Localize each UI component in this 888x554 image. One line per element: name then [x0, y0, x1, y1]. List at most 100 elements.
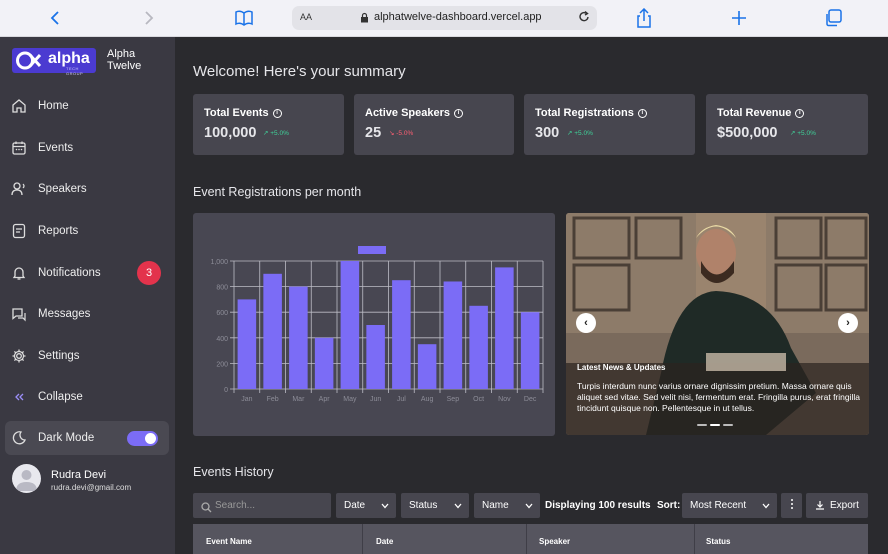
collapse-icon: [11, 389, 27, 405]
x-tick-label: Apr: [319, 396, 331, 403]
sidebar-item-events[interactable]: Events: [0, 128, 175, 168]
brand-logo[interactable]: alpha TECH GROUP: [12, 48, 96, 76]
carousel-prev-button[interactable]: ‹: [576, 313, 596, 333]
chevron-down-icon: [762, 501, 770, 512]
sort-label: Sort:: [657, 500, 681, 511]
stat-card-total-revenue[interactable]: Total Revenue i $500,000 ↗ +5.0%: [706, 94, 868, 155]
chart-bar: [392, 280, 411, 389]
sidebar-item-label: Notifications: [38, 267, 101, 279]
events-history-title: Events History: [193, 465, 274, 479]
search-field[interactable]: [193, 493, 331, 518]
chart-bar: [237, 299, 257, 389]
messages-icon: [11, 306, 27, 322]
stat-card-active-speakers[interactable]: Active Speakers i 25 ↘ -5.0%: [354, 94, 514, 155]
events-table-header: Event Name Date Speaker Status: [193, 524, 868, 554]
main-content: Welcome! Here's your summary Total Event…: [175, 37, 888, 554]
info-icon[interactable]: i: [272, 108, 282, 118]
chevron-down-icon: [381, 501, 389, 512]
chart-bar: [469, 305, 488, 389]
status-filter-dropdown[interactable]: Status: [401, 493, 469, 518]
url-text: alphatwelve-dashboard.vercel.app: [374, 11, 542, 23]
x-tick-label: Feb: [267, 396, 279, 403]
stat-value: $500,000: [717, 125, 778, 141]
stat-card-total-registrations[interactable]: Total Registrations i 300 ↗ +5.0%: [524, 94, 695, 155]
carousel-dot[interactable]: [710, 424, 720, 426]
dropdown-label: Date: [344, 500, 366, 511]
tabs-icon[interactable]: [823, 8, 843, 28]
reader-aa-button[interactable]: AA: [300, 12, 312, 22]
info-icon[interactable]: i: [795, 108, 805, 118]
column-divider: [526, 524, 527, 554]
column-header-date[interactable]: Date: [376, 537, 393, 546]
date-filter-dropdown[interactable]: Date: [336, 493, 396, 518]
column-header-speaker[interactable]: Speaker: [539, 537, 570, 546]
dark-mode-toggle[interactable]: [127, 431, 158, 446]
sidebar-item-notifications[interactable]: Notifications 3: [0, 253, 175, 293]
stat-change-text: +5.0%: [797, 130, 816, 137]
x-tick-label: Nov: [498, 396, 511, 403]
address-bar[interactable]: AA alphatwelve-dashboard.vercel.app: [292, 6, 597, 30]
carousel-indicators: [697, 424, 733, 426]
sidebar-item-label: Home: [38, 100, 69, 112]
brand-name: Alpha Twelve: [107, 48, 141, 72]
chart-bar: [263, 273, 282, 389]
carousel-dot[interactable]: [723, 424, 733, 426]
stat-card-total-events[interactable]: Total Events i 100,000 ↗ +5.0%: [193, 94, 344, 155]
chart-bar: [340, 261, 360, 389]
y-tick-label: 400: [216, 336, 228, 343]
search-input[interactable]: [215, 497, 325, 513]
search-icon: [201, 500, 212, 518]
x-tick-label: Jun: [370, 396, 381, 403]
sidebar-item-settings[interactable]: Settings: [0, 336, 175, 376]
sort-dropdown[interactable]: Most Recent: [682, 493, 777, 518]
forward-icon[interactable]: [139, 8, 159, 28]
x-tick-label: Jul: [397, 396, 406, 403]
column-divider: [362, 524, 363, 554]
sidebar-item-messages[interactable]: Messages: [0, 294, 175, 334]
info-icon[interactable]: i: [637, 108, 647, 118]
dropdown-label: Most Recent: [690, 500, 747, 511]
sidebar-item-home[interactable]: Home: [0, 86, 175, 126]
x-tick-label: May: [343, 396, 357, 403]
stat-change: ↗ +5.0%: [790, 130, 816, 137]
name-filter-dropdown[interactable]: Name: [474, 493, 540, 518]
info-icon[interactable]: i: [454, 108, 463, 118]
more-options-button[interactable]: [781, 493, 802, 518]
back-icon[interactable]: [45, 8, 65, 28]
stat-value: 100,000: [204, 125, 257, 141]
avatar[interactable]: [12, 464, 41, 493]
sidebar-item-label: Collapse: [38, 391, 83, 403]
share-icon[interactable]: [634, 8, 654, 28]
column-header-event-name[interactable]: Event Name: [206, 537, 252, 546]
carousel-next-button[interactable]: ›: [838, 313, 858, 333]
chevron-down-icon: [525, 501, 533, 512]
sidebar-item-speakers[interactable]: Speakers: [0, 169, 175, 209]
legend-swatch: [358, 246, 386, 254]
sidebar-item-label: Messages: [38, 308, 91, 320]
carousel-dot[interactable]: [697, 424, 707, 426]
x-tick-label: Dec: [524, 396, 537, 403]
chart-bar: [366, 325, 385, 389]
chart-bar: [289, 286, 308, 389]
export-button[interactable]: Export: [806, 493, 868, 518]
sidebar-item-collapse[interactable]: Collapse: [0, 377, 175, 417]
sidebar-item-reports[interactable]: Reports: [0, 211, 175, 251]
bookmarks-icon[interactable]: [234, 8, 254, 28]
column-header-status[interactable]: Status: [706, 537, 730, 546]
news-carousel[interactable]: ‹ › Latest News & Updates Turpis interdu…: [566, 213, 869, 435]
bar-chart: 0 200 400 600 800 1,000 Jan Feb Mar Apr May Jun Jul A…: [210, 246, 544, 403]
x-tick-label: Mar: [292, 396, 305, 403]
stat-title: Total Registrations i: [535, 107, 647, 119]
new-tab-icon[interactable]: [729, 8, 749, 28]
stat-title-text: Total Events: [204, 107, 269, 119]
kebab-menu-icon: [790, 498, 794, 513]
export-label: Export: [830, 500, 859, 511]
chart-bar: [520, 312, 540, 389]
stat-change: ↘ -5.0%: [389, 130, 414, 137]
stat-title: Total Revenue i: [717, 107, 805, 119]
stat-change-text: +5.0%: [270, 130, 289, 137]
stat-title-text: Active Speakers: [365, 107, 450, 119]
x-tick-label: Aug: [421, 396, 434, 403]
reload-icon[interactable]: [577, 10, 591, 27]
sidebar-item-label: Reports: [38, 225, 79, 237]
